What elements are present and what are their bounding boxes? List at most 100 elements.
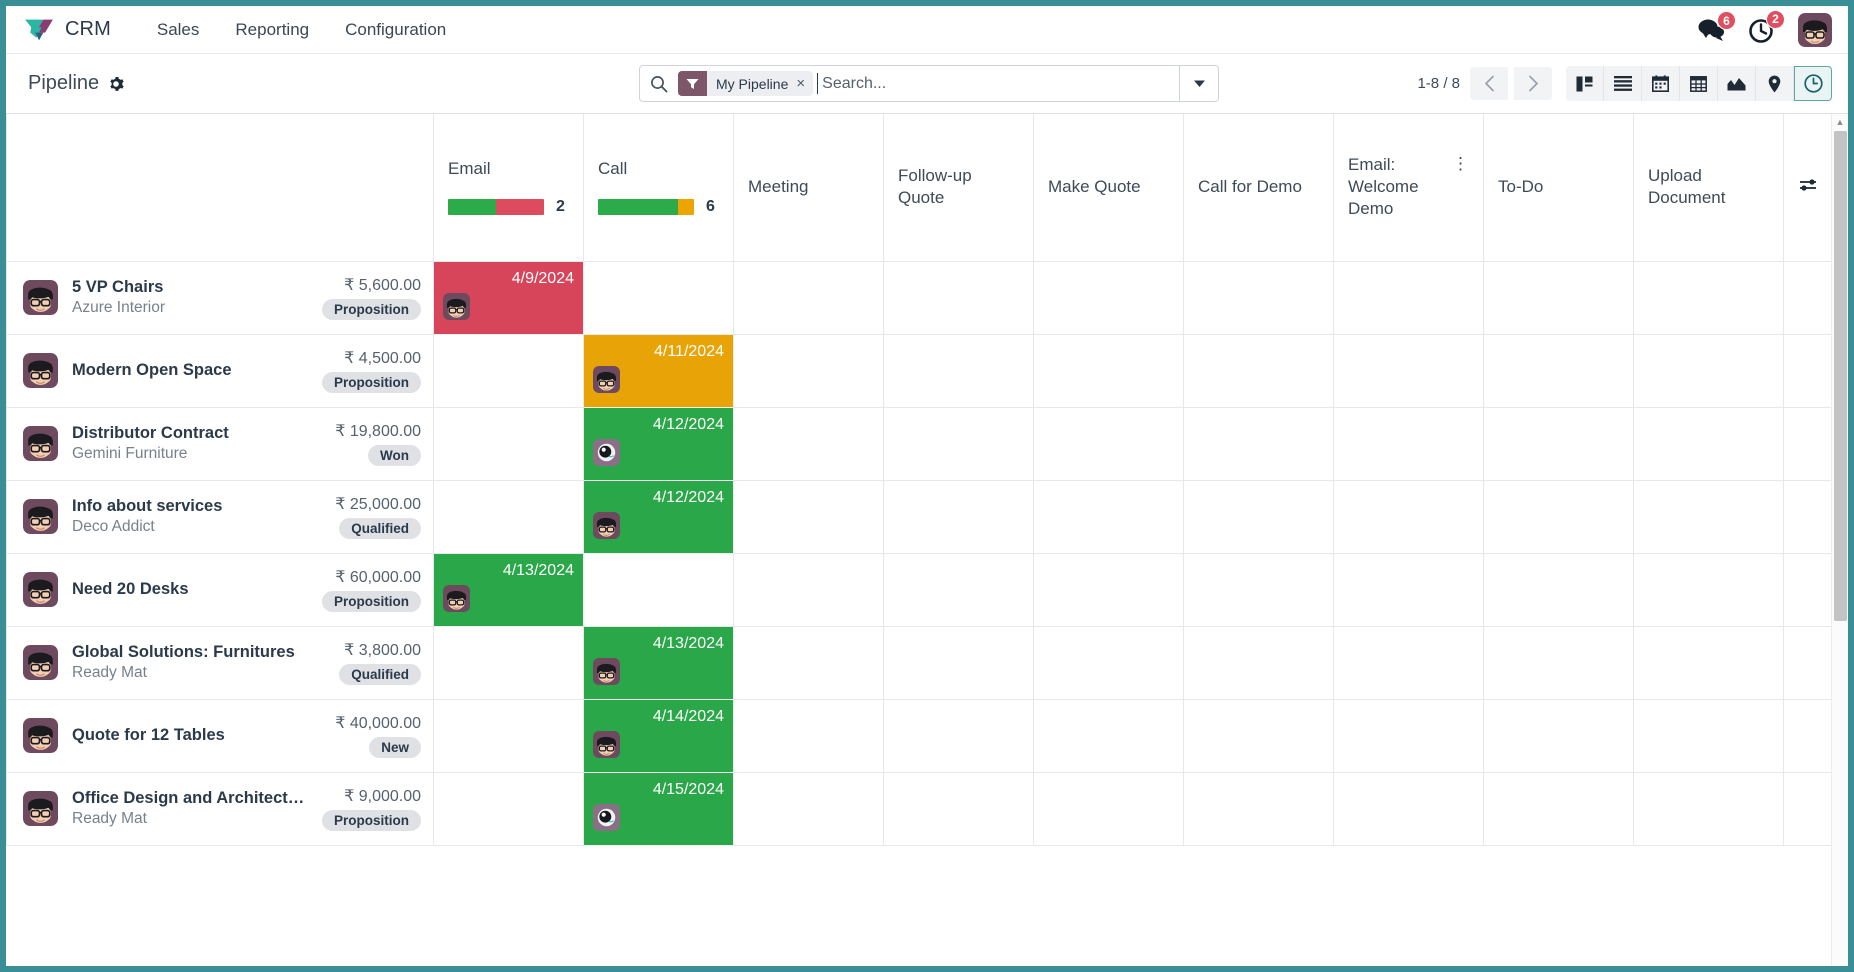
activity-cell-empty[interactable] — [433, 626, 584, 700]
activity-cell-empty[interactable] — [883, 480, 1034, 554]
column-label[interactable]: Make Quote — [1048, 176, 1141, 198]
view-button-map[interactable] — [1756, 66, 1794, 101]
activity-cell-empty[interactable] — [1183, 626, 1334, 700]
activity-cell-empty[interactable] — [1483, 699, 1634, 773]
activity-cell-empty[interactable] — [883, 334, 1034, 408]
view-button-graph[interactable] — [1718, 66, 1756, 101]
activities-button[interactable]: 2 — [1749, 9, 1785, 43]
activity-cell-empty[interactable] — [1333, 553, 1484, 627]
activity-cell-empty[interactable] — [1033, 480, 1184, 554]
user-menu-avatar[interactable] — [1798, 13, 1832, 47]
activity-cell-empty[interactable] — [1033, 772, 1184, 846]
activity-cell-empty[interactable] — [1633, 261, 1784, 335]
activity-cell-scheduled[interactable]: 4/13/2024 — [433, 553, 584, 627]
activity-cell-empty[interactable] — [1033, 699, 1184, 773]
activity-cell-empty[interactable] — [583, 553, 734, 627]
view-button-activity[interactable] — [1794, 66, 1832, 101]
activity-cell-empty[interactable] — [1483, 480, 1634, 554]
activity-cell-empty[interactable] — [1333, 261, 1484, 335]
activity-cell-empty[interactable] — [883, 699, 1034, 773]
record-name[interactable]: Global Solutions: Furnitures — [72, 641, 325, 663]
activity-cell-empty[interactable] — [1183, 334, 1334, 408]
search-input[interactable] — [820, 73, 1179, 94]
menu-item-sales[interactable]: Sales — [139, 14, 218, 46]
activity-cell-scheduled[interactable]: 4/9/2024 — [433, 261, 584, 335]
activity-cell-empty[interactable] — [1183, 407, 1334, 481]
activity-cell-empty[interactable] — [1633, 334, 1784, 408]
activity-cell-scheduled[interactable]: 4/12/2024 — [583, 407, 734, 481]
activity-cell-empty[interactable] — [1033, 334, 1184, 408]
activity-cell-empty[interactable] — [1633, 772, 1784, 846]
activity-cell-empty[interactable] — [733, 626, 884, 700]
pager-next-button[interactable] — [1514, 67, 1552, 100]
activity-cell-empty[interactable] — [1033, 261, 1184, 335]
activity-cell-empty[interactable] — [1033, 553, 1184, 627]
column-label[interactable]: Follow-up Quote — [898, 165, 1019, 210]
activity-cell-empty[interactable] — [1633, 553, 1784, 627]
activity-cell-empty[interactable] — [883, 407, 1034, 481]
close-icon[interactable]: × — [795, 76, 813, 91]
app-brand[interactable]: CRM — [24, 17, 111, 43]
activity-cell-empty[interactable] — [733, 699, 884, 773]
search-facet-my-pipeline[interactable]: My Pipeline × — [678, 71, 814, 96]
activity-cell-empty[interactable] — [1183, 480, 1334, 554]
activity-cell-empty[interactable] — [1183, 553, 1334, 627]
record-name[interactable]: Quote for 12 Tables — [72, 724, 321, 746]
activity-cell-empty[interactable] — [1333, 626, 1484, 700]
activity-cell-empty[interactable] — [1333, 480, 1484, 554]
activity-cell-empty[interactable] — [1483, 261, 1634, 335]
activity-cell-empty[interactable] — [1333, 772, 1484, 846]
activity-cell-empty[interactable] — [1183, 699, 1334, 773]
record-name[interactable]: Office Design and Architecture — [72, 787, 308, 809]
activity-cell-empty[interactable] — [433, 699, 584, 773]
pager-previous-button[interactable] — [1470, 67, 1508, 100]
activity-cell-empty[interactable] — [1483, 407, 1634, 481]
menu-item-reporting[interactable]: Reporting — [217, 14, 327, 46]
activity-cell-empty[interactable] — [733, 261, 884, 335]
activity-cell-scheduled[interactable]: 4/14/2024 — [583, 699, 734, 773]
column-label[interactable]: Call — [598, 158, 627, 180]
activity-cell-scheduled[interactable]: 4/13/2024 — [583, 626, 734, 700]
activity-cell-empty[interactable] — [1333, 334, 1484, 408]
activity-cell-empty[interactable] — [883, 553, 1034, 627]
record-name[interactable]: 5 VP Chairs — [72, 276, 308, 298]
activity-cell-empty[interactable] — [1633, 626, 1784, 700]
activity-cell-empty[interactable] — [1483, 772, 1634, 846]
activity-cell-empty[interactable] — [1033, 626, 1184, 700]
view-button-kanban[interactable] — [1566, 66, 1604, 101]
activity-cell-scheduled[interactable]: 4/12/2024 — [583, 480, 734, 554]
record-name[interactable]: Distributor Contract — [72, 422, 321, 444]
record-name[interactable]: Need 20 Desks — [72, 578, 308, 600]
column-label[interactable]: Meeting — [748, 176, 808, 198]
activity-cell-empty[interactable] — [733, 480, 884, 554]
activity-cell-empty[interactable] — [733, 407, 884, 481]
scroll-up-arrow-icon[interactable]: ▲ — [1832, 114, 1848, 130]
activity-cell-empty[interactable] — [433, 480, 584, 554]
activity-cell-empty[interactable] — [1183, 261, 1334, 335]
column-progressbar[interactable] — [598, 199, 694, 216]
activity-cell-empty[interactable] — [1333, 699, 1484, 773]
activity-cell-empty[interactable] — [1483, 334, 1634, 408]
activity-cell-empty[interactable] — [1483, 626, 1634, 700]
activity-cell-empty[interactable] — [433, 772, 584, 846]
activity-cell-empty[interactable] — [733, 334, 884, 408]
column-label[interactable]: Email — [448, 158, 491, 180]
record-name[interactable]: Modern Open Space — [72, 359, 308, 381]
activity-cell-empty[interactable] — [433, 407, 584, 481]
activity-cell-empty[interactable] — [733, 553, 884, 627]
activity-cell-empty[interactable] — [1633, 480, 1784, 554]
view-button-list[interactable] — [1604, 66, 1642, 101]
view-button-pivot[interactable] — [1680, 66, 1718, 101]
view-button-calendar[interactable] — [1642, 66, 1680, 101]
activity-cell-empty[interactable] — [1333, 407, 1484, 481]
activity-cell-empty[interactable] — [883, 261, 1034, 335]
scrollbar-thumb[interactable] — [1834, 131, 1847, 621]
activity-cell-empty[interactable] — [883, 772, 1034, 846]
activity-cell-scheduled[interactable]: 4/11/2024 — [583, 334, 734, 408]
column-label[interactable]: Upload Document — [1648, 165, 1769, 210]
activity-cell-empty[interactable] — [1483, 553, 1634, 627]
search-dropdown-toggle[interactable] — [1179, 66, 1218, 101]
column-progressbar[interactable] — [448, 199, 544, 216]
activity-cell-empty[interactable] — [1033, 407, 1184, 481]
vertical-dots-icon[interactable]: ⋮ — [1452, 154, 1469, 171]
